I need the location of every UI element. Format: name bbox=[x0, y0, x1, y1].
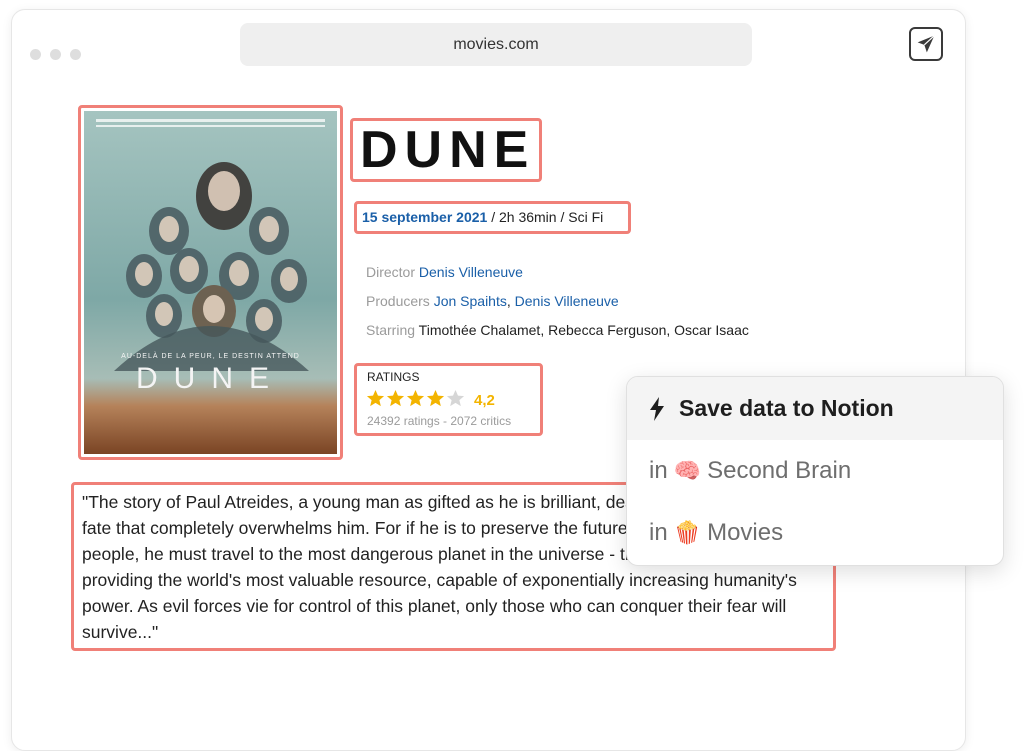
producer-link-2[interactable]: Denis Villeneuve bbox=[515, 293, 619, 309]
star-filled-icon bbox=[426, 389, 445, 407]
movie-title: DUNE bbox=[360, 121, 536, 179]
popup-item-second-brain[interactable]: in 🧠 Second Brain bbox=[627, 440, 1003, 502]
popup-item-prefix: in bbox=[649, 457, 668, 484]
director-label: Director bbox=[366, 264, 416, 280]
paper-plane-icon bbox=[917, 35, 935, 53]
runtime: / 2h 36min / bbox=[487, 209, 569, 225]
window-dot-maximize[interactable] bbox=[70, 49, 81, 60]
producer-link-1[interactable]: Jon Spaihts bbox=[434, 293, 507, 309]
producers-row: Producers Jon Spaihts, Denis Villeneuve bbox=[366, 293, 619, 309]
popup-item-prefix: in bbox=[649, 519, 668, 546]
notion-save-popup: Save data to Notion in 🧠 Second Brain in… bbox=[626, 376, 1004, 566]
send-button[interactable] bbox=[909, 27, 943, 61]
rating-summary: 24392 ratings - 2072 critics bbox=[367, 414, 512, 428]
star-filled-icon bbox=[366, 389, 385, 407]
genre: Sci Fi bbox=[568, 209, 604, 225]
starring-label: Starring bbox=[366, 322, 416, 338]
rating-score: 4,2 bbox=[474, 392, 495, 409]
producers-label: Producers bbox=[366, 293, 430, 309]
director-row: Director Denis Villeneuve bbox=[366, 264, 523, 280]
window-dot-minimize[interactable] bbox=[50, 49, 61, 60]
popup-header[interactable]: Save data to Notion bbox=[627, 377, 1003, 440]
popup-item-label: Second Brain bbox=[707, 457, 852, 484]
poster-tagline: AU-DELÀ DE LA PEUR, LE DESTIN ATTEND bbox=[121, 353, 300, 360]
release-date[interactable]: 15 september 2021 bbox=[362, 209, 487, 225]
movie-meta: 15 september 2021 / 2h 36min / Sci Fi bbox=[362, 209, 603, 225]
star-empty-icon bbox=[446, 389, 465, 407]
url-text: movies.com bbox=[453, 35, 539, 53]
lightning-icon bbox=[650, 396, 664, 421]
star-filled-icon bbox=[406, 389, 425, 407]
address-bar[interactable]: movies.com bbox=[240, 23, 752, 66]
brain-icon: 🧠 bbox=[673, 458, 702, 483]
starring-row: Starring Timothée Chalamet, Rebecca Ferg… bbox=[366, 322, 749, 338]
movie-poster: AU-DELÀ DE LA PEUR, LE DESTIN ATTEND DUN… bbox=[78, 105, 343, 460]
star-filled-icon bbox=[386, 389, 405, 407]
ratings-label: RATINGS bbox=[367, 370, 420, 384]
poster-logo: DUNE bbox=[135, 362, 285, 395]
popup-item-movies[interactable]: in 🍿 Movies bbox=[627, 502, 1003, 564]
poster-image bbox=[84, 111, 337, 454]
popup-title: Save data to Notion bbox=[679, 395, 894, 421]
producer-separator: , bbox=[506, 293, 515, 309]
director-link[interactable]: Denis Villeneuve bbox=[419, 264, 523, 280]
popcorn-icon: 🍿 bbox=[673, 520, 702, 545]
starring-names: Timothée Chalamet, Rebecca Ferguson, Osc… bbox=[418, 322, 749, 338]
rating-stars bbox=[366, 389, 465, 408]
window-dot-close[interactable] bbox=[30, 49, 41, 60]
popup-item-label: Movies bbox=[707, 519, 784, 546]
